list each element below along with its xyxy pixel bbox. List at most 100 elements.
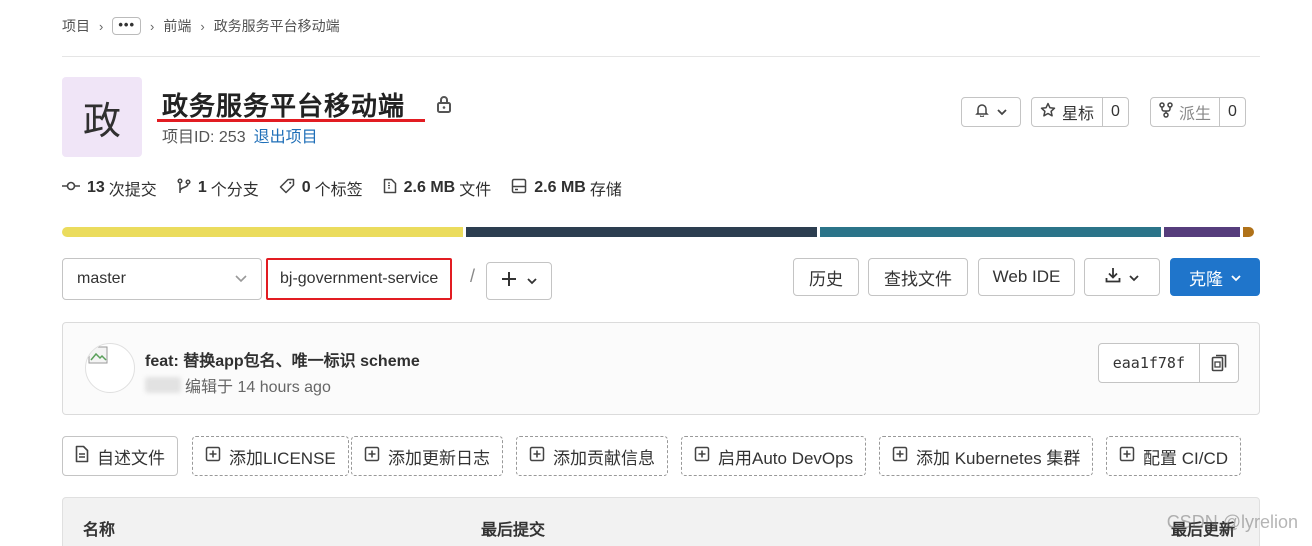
file-archive-icon: [383, 178, 404, 199]
file-table-header: 名称 最后提交 最后更新: [62, 497, 1260, 546]
breadcrumb-projects[interactable]: 项目: [62, 16, 90, 36]
repo-path-breadcrumb[interactable]: bj-government-service: [266, 258, 453, 300]
chevron-down-icon: [235, 270, 247, 288]
add-kubernetes-label: 添加 Kubernetes 集群: [916, 448, 1081, 468]
branch-selector[interactable]: master: [62, 258, 262, 300]
chevron-right-icon: ›: [200, 18, 205, 34]
tag-icon: [279, 178, 302, 199]
language-segment[interactable]: [1243, 227, 1255, 237]
plus-square-icon: [529, 446, 545, 467]
title-highlight-underline: [157, 119, 425, 122]
add-to-tree-dropdown[interactable]: [486, 262, 552, 300]
hard-drive-icon: [511, 178, 534, 199]
commit-icon: [62, 179, 87, 197]
stat-branches-label: 个分支: [210, 182, 259, 199]
chevron-down-icon: [997, 103, 1007, 121]
stat-files[interactable]: 2.6 MB 文件: [383, 176, 492, 200]
chevron-right-icon: ›: [150, 18, 155, 34]
clone-label: 克隆: [1189, 269, 1223, 289]
clone-dropdown[interactable]: 克隆: [1170, 258, 1260, 296]
last-commit-panel: feat: 替换app包名、唯一标识 scheme 编辑于 14 hours a…: [62, 322, 1260, 415]
add-kubernetes-button[interactable]: 添加 Kubernetes 集群: [879, 436, 1094, 476]
project-id-row: 项目ID: 253 退出项目: [162, 123, 318, 147]
watermark: CSDN @lyrelion: [1166, 512, 1298, 532]
stat-commits[interactable]: 13 次提交: [62, 176, 157, 200]
find-file-button[interactable]: 查找文件: [868, 258, 968, 296]
document-icon: [75, 445, 89, 468]
add-changelog-label: 添加更新日志: [388, 448, 490, 468]
leave-project-link[interactable]: 退出项目: [254, 123, 318, 147]
chevron-down-icon: [527, 272, 537, 290]
stat-storage[interactable]: 2.6 MB 存储: [511, 176, 622, 200]
branch-name: master: [77, 270, 126, 287]
star-button[interactable]: 星标 0: [1031, 97, 1129, 127]
stat-branches-value: 1: [197, 179, 207, 196]
path-separator: /: [470, 266, 476, 286]
column-last-commit: 最后提交: [481, 522, 546, 539]
stat-commits-label: 次提交: [108, 182, 157, 199]
stat-branches[interactable]: 1 个分支: [177, 176, 259, 200]
language-segment[interactable]: [465, 227, 817, 237]
download-icon: [1105, 267, 1121, 288]
project-title: 政务服务平台移动端: [162, 91, 406, 121]
divider: [62, 56, 1260, 57]
bell-icon: [975, 103, 989, 122]
stat-tags-value: 0: [301, 179, 311, 196]
readme-button[interactable]: 自述文件: [62, 436, 178, 476]
star-count[interactable]: 0: [1102, 98, 1128, 126]
add-contributing-button[interactable]: 添加贡献信息: [516, 436, 668, 476]
commit-sha[interactable]: eaa1f78f: [1099, 344, 1200, 382]
stat-tags[interactable]: 0 个标签: [279, 176, 363, 200]
lock-icon: [436, 95, 452, 118]
stat-files-value: 2.6 MB: [403, 179, 456, 196]
breadcrumb-group[interactable]: 前端: [163, 16, 191, 36]
plus-square-icon: [694, 446, 710, 467]
language-segment[interactable]: [62, 227, 463, 237]
blurred-author-name: [145, 377, 181, 393]
language-segment[interactable]: [819, 227, 1162, 237]
broken-image-icon: [88, 346, 108, 364]
configure-ci-cd-button[interactable]: 配置 CI/CD: [1106, 436, 1241, 476]
notification-dropdown[interactable]: [961, 97, 1021, 127]
plus-square-icon: [205, 446, 221, 467]
stat-commits-value: 13: [87, 179, 105, 196]
configure-ci-cd-label: 配置 CI/CD: [1143, 448, 1228, 468]
plus-square-icon: [892, 446, 908, 467]
download-dropdown[interactable]: [1084, 258, 1160, 296]
web-ide-button[interactable]: Web IDE: [978, 258, 1075, 296]
plus-square-icon: [364, 446, 380, 467]
add-license-button[interactable]: 添加LICENSE: [192, 436, 349, 476]
fork-count[interactable]: 0: [1219, 98, 1245, 126]
history-button[interactable]: 历史: [793, 258, 859, 296]
breadcrumb-current[interactable]: 政务服务平台移动端: [214, 16, 340, 36]
star-label: 星标: [1062, 106, 1095, 123]
add-license-label: 添加LICENSE: [229, 448, 336, 468]
breadcrumb-ellipsis-button[interactable]: •••: [112, 17, 141, 35]
repository-languages-bar[interactable]: [62, 227, 1260, 237]
commit-message[interactable]: feat: 替换app包名、唯一标识 scheme: [145, 347, 420, 371]
stat-storage-label: 存储: [589, 182, 622, 199]
readme-label: 自述文件: [97, 448, 165, 468]
stat-files-label: 文件: [459, 182, 492, 199]
commit-time: 编辑于 14 hours ago: [185, 379, 331, 396]
branch-icon: [177, 177, 198, 199]
column-name: 名称: [83, 522, 116, 539]
project-stats: 13 次提交 1 个分支 0 个标签 2.6 MB 文件 2.6 MB 存储: [62, 176, 642, 200]
stat-tags-label: 个标签: [314, 182, 363, 199]
chevron-right-icon: ›: [99, 18, 104, 34]
project-id: 项目ID: 253: [162, 129, 246, 146]
copy-icon[interactable]: [1200, 344, 1238, 382]
fork-button[interactable]: 派生 0: [1150, 97, 1246, 127]
language-segment[interactable]: [1164, 227, 1241, 237]
fork-icon: [1159, 101, 1173, 123]
project-avatar: 政: [62, 77, 142, 157]
add-changelog-button[interactable]: 添加更新日志: [351, 436, 503, 476]
breadcrumb: 项目 › ••• › 前端 › 政务服务平台移动端: [62, 14, 340, 38]
commit-author-avatar[interactable]: [85, 343, 135, 393]
fork-label: 派生: [1179, 106, 1212, 123]
plus-square-icon: [1119, 446, 1135, 467]
enable-auto-devops-button[interactable]: 启用Auto DevOps: [681, 436, 867, 476]
chevron-down-icon: [1231, 267, 1241, 287]
stat-storage-value: 2.6 MB: [534, 179, 586, 196]
commit-sha-group: eaa1f78f: [1097, 343, 1239, 383]
